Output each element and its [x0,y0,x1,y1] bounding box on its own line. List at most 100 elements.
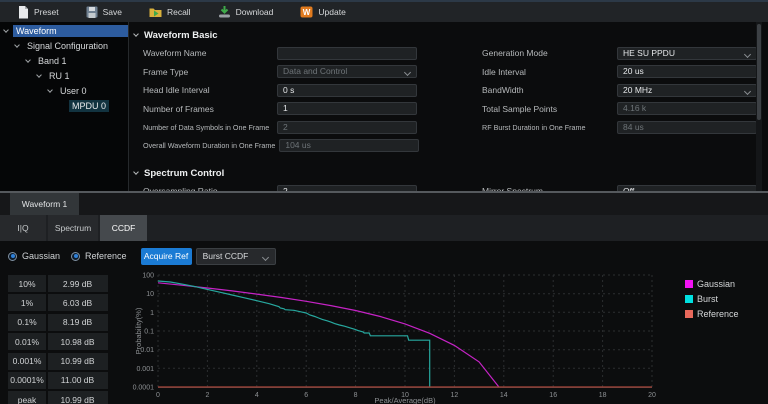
tree-item-waveform[interactable]: Waveform [0,23,128,38]
tree-item-label: User 0 [57,85,90,97]
legend-swatch [685,310,693,318]
ccdf-chart: 024681012141618201001010.10.010.0010.000… [112,270,768,404]
stats-row: 0.0001%11.00 dB [8,372,109,389]
tree-item-user-0[interactable]: User 0 [0,83,128,98]
tab-i-q[interactable]: I|Q [0,215,46,241]
tree-item-ru-1[interactable]: RU 1 [0,68,128,83]
tree-item-label: Waveform [13,25,128,37]
field-row-rf-burst-duration-in-one-frame: RF Burst Duration in One Frame84 us [482,118,757,137]
total-sample-points-input: 4.16 k [617,102,757,115]
idle-interval-label: Idle Interval [482,67,617,77]
stats-row: peak10.99 dB [8,391,109,404]
preset-document-icon [18,6,29,19]
view-tab-bar: I|QSpectrumCCDF [0,215,768,241]
section-header-waveform-basic[interactable]: Waveform Basic [134,26,762,44]
stats-value-cell: 10.98 dB [48,333,108,350]
svg-text:14: 14 [500,392,508,399]
series-gaussian [158,283,499,387]
gaussian-radio-label: Gaussian [22,251,60,261]
field-row-waveform-name: Waveform Name [143,44,417,63]
section-fields: Waveform NameFrame TypeData and Control H… [130,44,762,157]
stats-percent-cell: 10% [8,275,46,292]
field-row-overall-waveform-duration-in-one-frame: Overall Waveform Duration in One Frame10… [143,137,417,156]
svg-text:0.001: 0.001 [136,366,154,373]
recall-folder-icon [149,6,162,18]
ccdf-stats-table: 10%2.99 dB1%6.03 dB0.1%8.19 dB0.01%10.98… [8,275,109,404]
chevron-down-icon [25,57,31,63]
recall-button[interactable]: Recall [149,6,191,18]
download-button[interactable]: Download [218,6,274,18]
analysis-panel: Waveform 1 I|QSpectrumCCDF GaussianRefer… [0,191,768,404]
save-button-label: Save [103,7,122,17]
svg-text:2: 2 [205,392,209,399]
legend-swatch [685,280,693,288]
chevron-down-icon [3,27,9,33]
svg-text:Probability(%): Probability(%) [134,307,143,354]
overall-waveform-duration-in-one-frame-input: 104 us [279,139,419,152]
number-of-frames-input[interactable]: 1 [277,102,417,115]
section-fields: Oversampling Ratio2Mirror SpectrumOff [130,182,762,191]
svg-text:100: 100 [142,273,154,280]
radio-dot [11,254,15,258]
acquire-ref-button[interactable]: Acquire Ref [141,248,192,265]
stats-value-cell: 10.99 dB [48,391,108,404]
gaussian-radio[interactable] [8,252,17,261]
section-title: Spectrum Control [144,168,224,179]
recall-button-label: Recall [167,7,191,17]
svg-text:8: 8 [354,392,358,399]
total-sample-points-label: Total Sample Points [482,104,617,114]
stats-value-cell: 8.19 dB [48,314,108,331]
stats-row: 10%2.99 dB [8,275,109,292]
svg-text:20: 20 [648,392,656,399]
tab-ccdf[interactable]: CCDF [100,215,147,241]
scrollbar-thumb[interactable] [757,24,761,120]
chart-legend: GaussianBurstReference [685,276,739,321]
overall-waveform-duration-in-one-frame-label: Overall Waveform Duration in One Frame [143,141,279,150]
tab-spectrum[interactable]: Spectrum [48,215,98,241]
tab-waveform-1[interactable]: Waveform 1 [10,193,79,215]
stats-row: 0.01%10.98 dB [8,333,109,350]
field-row-frame-type: Frame TypeData and Control [143,63,417,82]
stats-row: 0.1%8.19 dB [8,314,109,331]
toolbar: Preset Save Recall Download W Update [0,0,768,22]
save-button[interactable]: Save [86,6,122,18]
svg-text:0.1: 0.1 [144,329,154,336]
tree-item-band-1[interactable]: Band 1 [0,53,128,68]
stats-value-cell: 2.99 dB [48,275,108,292]
field-row-number-of-frames: Number of Frames1 [143,100,417,119]
generation-mode-label: Generation Mode [482,48,617,58]
stats-percent-cell: 1% [8,294,46,311]
generation-mode-select[interactable]: HE SU PPDU [617,47,757,60]
number-of-frames-label: Number of Frames [143,104,277,114]
radio-dot [74,254,78,258]
rf-burst-duration-in-one-frame-input: 84 us [617,121,757,134]
bandwidth-label: BandWidth [482,85,617,95]
preset-button[interactable]: Preset [18,6,59,19]
number-of-data-symbols-in-one-frame-input: 2 [277,121,417,134]
legend-label: Gaussian [697,279,735,289]
series-burst [158,281,430,387]
form-scrollbar[interactable] [756,22,762,191]
section-header-spectrum-control[interactable]: Spectrum Control [134,164,762,182]
config-tree: WaveformSignal ConfigurationBand 1RU 1 Us… [0,22,129,191]
ccdf-controls: GaussianReferenceAcquire RefBurst CCDF [0,245,768,267]
svg-text:10: 10 [146,291,154,298]
update-w-icon: W [300,6,313,18]
tree-item-label: MPDU 0 [69,100,109,112]
waveform-name-input[interactable] [277,47,417,60]
update-button[interactable]: W Update [300,6,345,18]
stats-value-cell: 11.00 dB [48,372,108,389]
svg-text:0.0001: 0.0001 [133,385,155,392]
field-row-oversampling-ratio: Oversampling Ratio2 [143,182,417,191]
tree-item-signal-configuration[interactable]: Signal Configuration [0,38,128,53]
ccdf-mode-select[interactable]: Burst CCDF [196,248,276,265]
stats-percent-cell: 0.001% [8,353,46,370]
tree-item-mpdu-0[interactable]: MPDU 0 [0,98,128,113]
stats-row: 0.001%10.99 dB [8,353,109,370]
head-idle-interval-input[interactable]: 0 s [277,84,417,97]
head-idle-interval-label: Head Idle Interval [143,85,277,95]
idle-interval-input[interactable]: 20 us [617,65,757,78]
update-button-label: Update [318,7,345,17]
reference-radio[interactable] [71,252,80,261]
bandwidth-select[interactable]: 20 MHz [617,84,757,97]
